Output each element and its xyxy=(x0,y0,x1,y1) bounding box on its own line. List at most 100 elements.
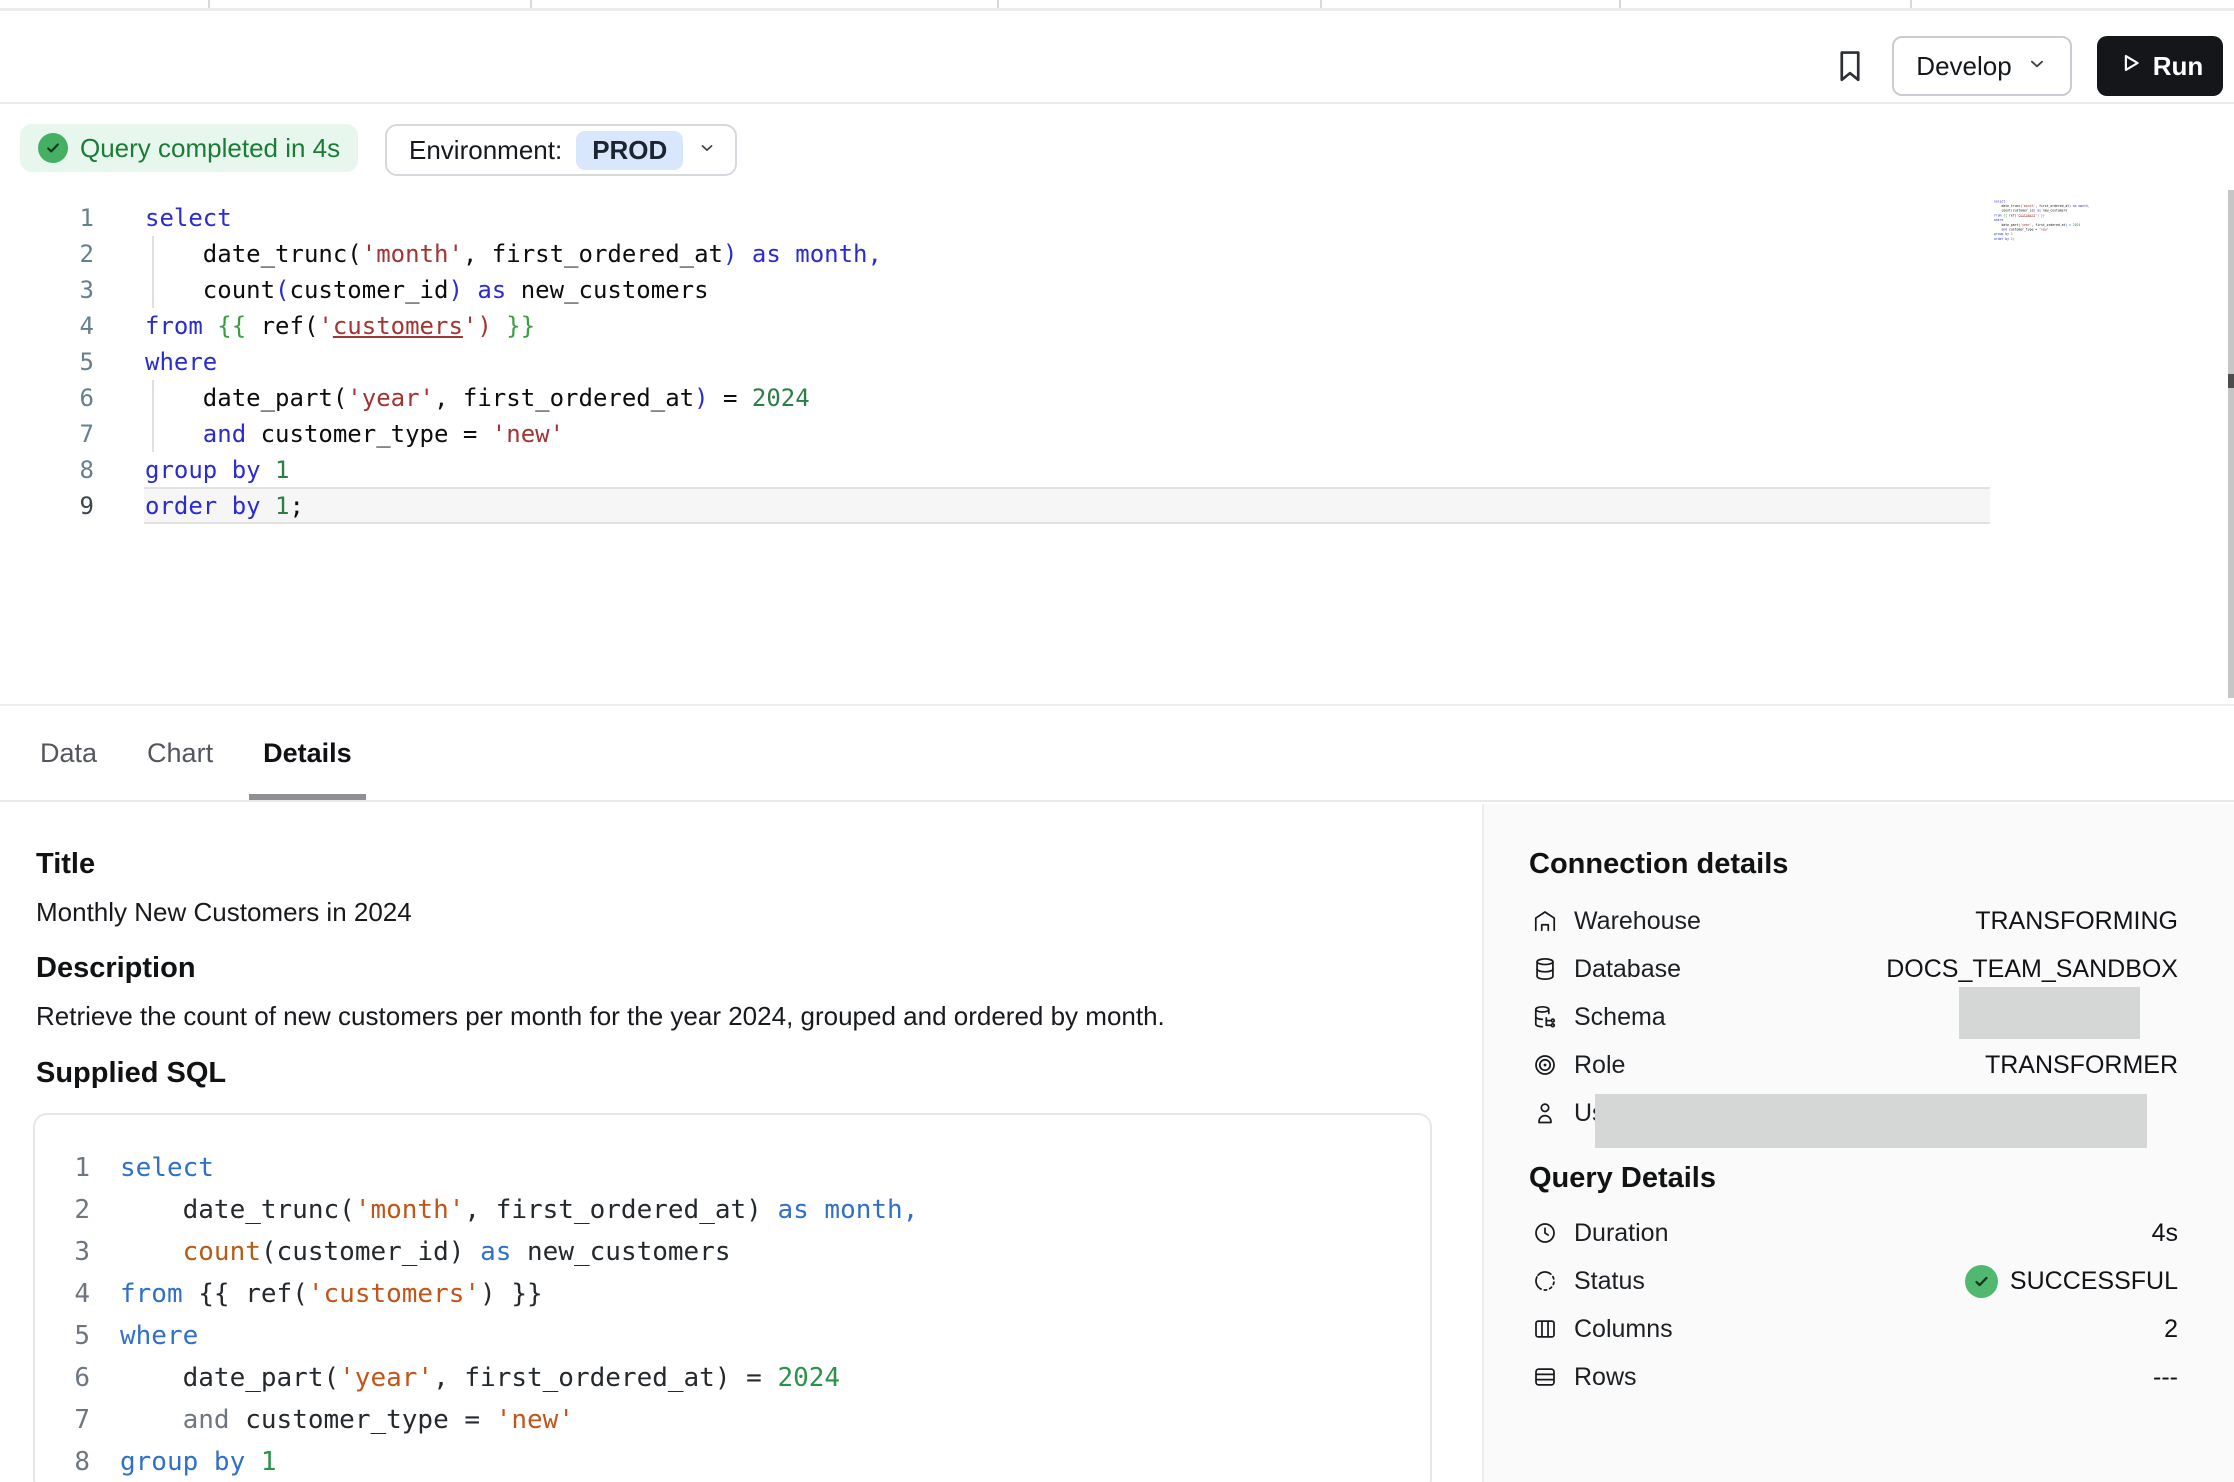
line-number: 3 xyxy=(33,1231,90,1273)
connection-row-user: User xyxy=(1482,1089,2234,1137)
code-line-3: count(customer_id) as new_customers xyxy=(120,1231,918,1273)
editor-code-area[interactable]: select date_trunc('month', first_ordered… xyxy=(145,200,882,524)
sql-editor[interactable]: 123456789 select date_trunc('month', fir… xyxy=(0,190,2234,704)
results-tab-bar: Data Chart Details xyxy=(0,704,2234,802)
line-number: 7 xyxy=(0,416,94,452)
connection-value-role: TRANSFORMER xyxy=(1985,1041,2178,1089)
code-line-9[interactable]: order by 1; xyxy=(145,488,882,524)
query-row-columns: Columns 2 xyxy=(1482,1305,2234,1353)
tab-separator xyxy=(1320,0,1322,8)
browser-tab-strip xyxy=(0,0,2234,11)
line-number: 4 xyxy=(0,308,94,344)
tab-separator xyxy=(530,0,532,8)
user-icon xyxy=(1532,1100,1558,1126)
connection-row-role: Role TRANSFORMER xyxy=(1482,1041,2234,1089)
connection-label-warehouse: Warehouse xyxy=(1574,897,1701,945)
connection-details-heading: Connection details xyxy=(1529,848,1788,881)
line-number: 4 xyxy=(33,1273,90,1315)
check-circle-icon xyxy=(38,133,68,163)
query-value-rows: --- xyxy=(2153,1353,2178,1401)
play-icon xyxy=(2117,50,2143,83)
code-line-1[interactable]: select xyxy=(145,200,882,236)
line-number: 6 xyxy=(0,380,94,416)
line-number: 1 xyxy=(0,200,94,236)
query-label-status: Status xyxy=(1574,1257,1645,1305)
warehouse-icon xyxy=(1532,908,1558,934)
environment-dropdown[interactable]: Environment: PROD xyxy=(385,124,737,176)
query-value-status: SUCCESSFUL xyxy=(1965,1257,2178,1305)
query-details-heading: Query Details xyxy=(1529,1162,1716,1195)
chevron-down-icon xyxy=(697,138,717,163)
code-line-2: date_trunc('month', first_ordered_at) as… xyxy=(120,1189,918,1231)
line-number: 7 xyxy=(33,1399,90,1441)
title-value: Monthly New Customers in 2024 xyxy=(36,897,412,928)
query-row-status: Status SUCCESSFUL xyxy=(1482,1257,2234,1305)
environment-value-badge: PROD xyxy=(576,131,683,170)
query-row-duration: Duration 4s xyxy=(1482,1209,2234,1257)
chevron-down-icon xyxy=(2026,51,2048,82)
query-row-rows: Rows --- xyxy=(1482,1353,2234,1401)
code-line-7: and customer_type = 'new' xyxy=(120,1399,918,1441)
editor-minimap[interactable]: select date_trunc('month', first_ordered… xyxy=(1994,199,2098,243)
code-line-9: order by 1; xyxy=(1994,236,2098,241)
develop-menu-button[interactable]: Develop xyxy=(1892,36,2072,96)
line-number: 8 xyxy=(0,452,94,488)
tab-details[interactable]: Details xyxy=(263,706,352,800)
tab-separator xyxy=(208,0,210,8)
query-status-badge: Query completed in 4s xyxy=(20,124,358,172)
tab-separator xyxy=(1619,0,1621,8)
scrollbar-thumb[interactable] xyxy=(2228,374,2234,388)
editor-scrollbar[interactable] xyxy=(2228,190,2234,698)
run-label: Run xyxy=(2153,51,2204,82)
connection-row-warehouse: Warehouse TRANSFORMING xyxy=(1482,897,2234,945)
query-label-columns: Columns xyxy=(1574,1305,1673,1353)
success-check-icon xyxy=(1965,1265,1998,1298)
query-value-duration: 4s xyxy=(2152,1209,2178,1257)
title-heading: Title xyxy=(36,848,95,881)
minimap-content: select date_trunc('month', first_ordered… xyxy=(1994,199,2098,241)
code-line-2[interactable]: date_trunc('month', first_ordered_at) as… xyxy=(145,236,882,272)
line-number: 6 xyxy=(33,1357,90,1399)
connection-label-schema: Schema xyxy=(1574,993,1666,1041)
code-line-3[interactable]: count(customer_id) as new_customers xyxy=(145,272,882,308)
connection-value-warehouse: TRANSFORMING xyxy=(1975,897,2178,945)
tab-chart[interactable]: Chart xyxy=(147,706,213,800)
connection-row-schema: Schema xyxy=(1482,993,2234,1041)
code-line-7[interactable]: and customer_type = 'new' xyxy=(145,416,882,452)
code-line-5[interactable]: where xyxy=(145,344,882,380)
connection-label-role: Role xyxy=(1574,1041,1625,1089)
environment-label: Environment: xyxy=(409,135,562,166)
code-line-6[interactable]: date_part('year', first_ordered_at) = 20… xyxy=(145,380,882,416)
line-number: 8 xyxy=(33,1441,90,1482)
status-icon xyxy=(1532,1268,1558,1294)
code-line-4[interactable]: from {{ ref('customers') }} xyxy=(145,308,882,344)
schema-icon xyxy=(1532,1004,1558,1030)
redacted-value-box xyxy=(1595,1094,2147,1148)
run-button[interactable]: Run xyxy=(2097,36,2223,96)
query-status-text: Query completed in 4s xyxy=(80,133,340,164)
bookmark-icon xyxy=(1831,73,1869,88)
bookmark-button[interactable] xyxy=(1828,45,1872,89)
develop-label: Develop xyxy=(1916,51,2011,82)
tab-data[interactable]: Data xyxy=(40,706,97,800)
tab-separator xyxy=(997,0,999,8)
supplied-sql-heading: Supplied SQL xyxy=(36,1057,226,1090)
toolbar: Develop Run xyxy=(0,11,2234,104)
description-value: Retrieve the count of new customers per … xyxy=(36,1001,1165,1032)
connection-row-database: Database DOCS_TEAM_SANDBOX xyxy=(1482,945,2234,993)
connection-value-database: DOCS_TEAM_SANDBOX xyxy=(1886,945,2178,993)
editor-gutter: 123456789 xyxy=(0,200,94,524)
line-number: 5 xyxy=(33,1315,90,1357)
columns-icon xyxy=(1532,1316,1558,1342)
supplied-sql-code: select date_trunc('month', first_ordered… xyxy=(120,1147,918,1482)
code-line-8[interactable]: group by 1 xyxy=(145,452,882,488)
code-line-1: select xyxy=(120,1147,918,1189)
query-value-columns: 2 xyxy=(2164,1305,2178,1353)
description-heading: Description xyxy=(36,952,196,985)
code-line-5: where xyxy=(120,1315,918,1357)
query-label-rows: Rows xyxy=(1574,1353,1637,1401)
line-number: 2 xyxy=(0,236,94,272)
query-label-duration: Duration xyxy=(1574,1209,1669,1257)
code-line-8: group by 1 xyxy=(120,1441,918,1482)
duration-icon xyxy=(1532,1220,1558,1246)
